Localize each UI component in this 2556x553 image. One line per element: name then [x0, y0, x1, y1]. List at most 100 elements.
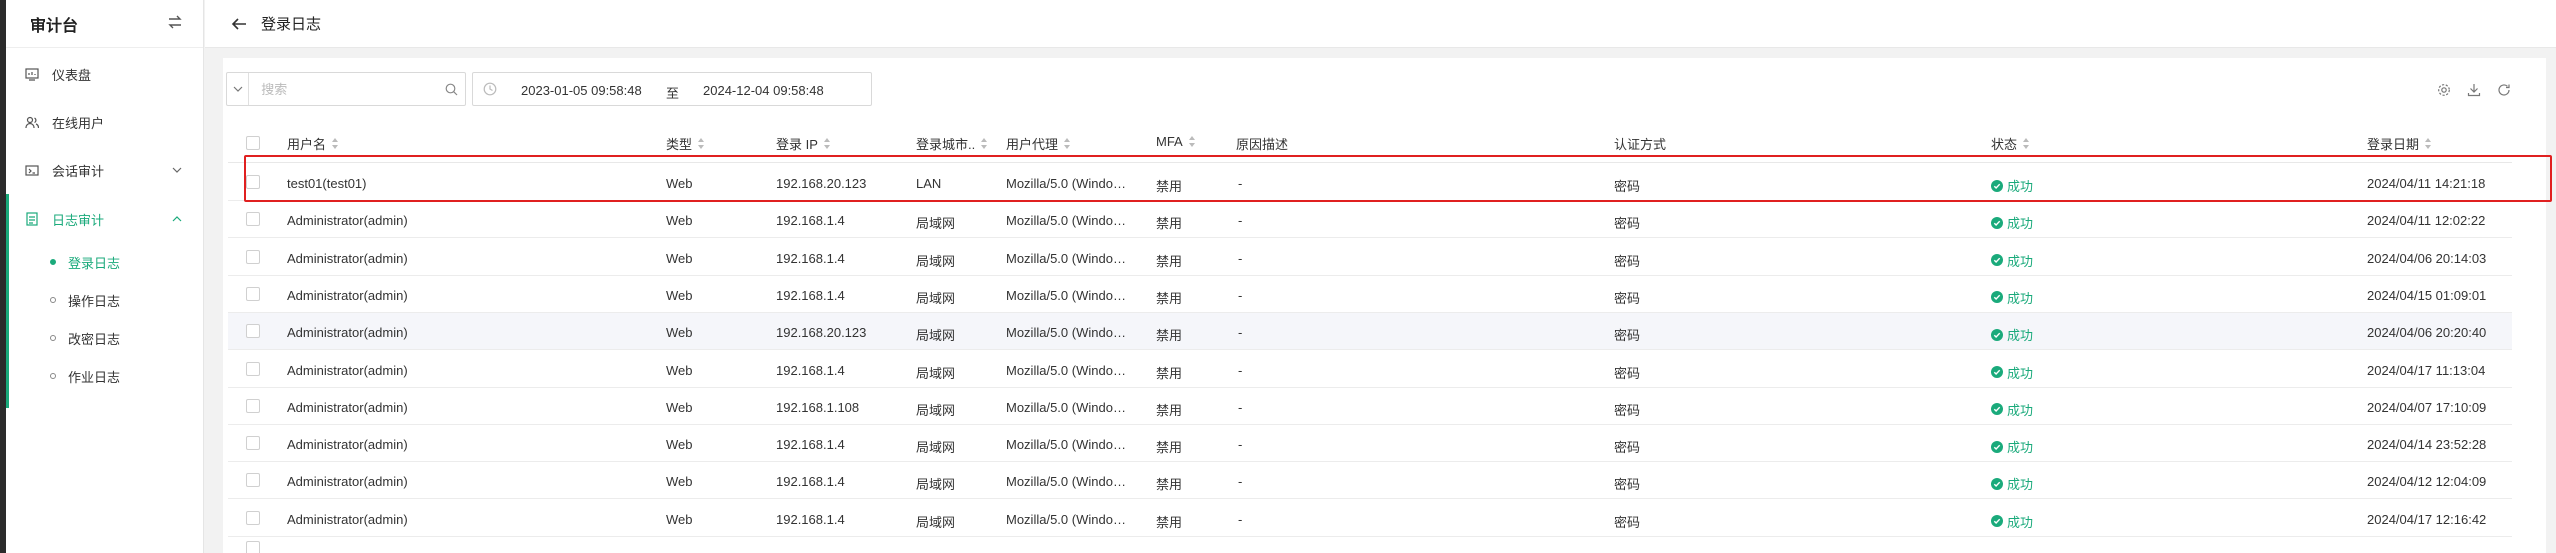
chevron-down-icon[interactable] [227, 73, 250, 105]
sidebar-item-label: 仪表盘 [52, 67, 92, 83]
table-row[interactable]: Administrator(admin) Web 192.168.1.4 局域网 Moz… [228, 201, 2512, 239]
sort-icon[interactable] [698, 138, 705, 149]
col-header-username[interactable]: 用户名 [287, 134, 339, 153]
cell-status: 成功 [1991, 400, 2033, 419]
cell-reason: - [1238, 250, 1243, 266]
sort-icon[interactable] [981, 138, 988, 149]
row-checkbox[interactable] [246, 398, 260, 413]
back-arrow-icon[interactable] [231, 17, 247, 31]
sidebar-subitem-label: 操作日志 [68, 293, 121, 309]
row-checkbox[interactable] [246, 212, 260, 227]
select-all-checkbox[interactable] [246, 136, 260, 150]
check-circle-icon [1991, 403, 2003, 416]
cell-username: Administrator(admin) [287, 511, 408, 527]
table-row[interactable]: Administrator(admin) Web 192.168.20.123 局域网… [228, 313, 2512, 351]
cell-user-agent: Mozilla/5.0 (Windows NT 10.0; Win64; x64… [1006, 287, 1128, 303]
date-start[interactable]: 2023-01-05 09:58:48 [521, 83, 642, 98]
cell-status: 成功 [1991, 512, 2033, 531]
cell-login-date: 2024/04/17 11:13:04 [2367, 362, 2486, 378]
col-header-auth-method: 认证方式 [1614, 137, 1667, 152]
download-icon[interactable] [2466, 82, 2482, 98]
cell-login-city: 局域网 [916, 253, 956, 269]
row-checkbox[interactable] [246, 286, 260, 301]
sidebar-header: 审计台 [6, 0, 203, 48]
cell-login-ip: 192.168.1.4 [776, 474, 845, 490]
col-header-login-ip[interactable]: 登录 IP [776, 134, 831, 153]
col-header-login-date[interactable]: 登录日期 [2367, 134, 2432, 153]
sidebar-title: 审计台 [30, 17, 79, 35]
cell-auth-method: 密码 [1614, 365, 1641, 381]
table-row[interactable]: Administrator(admin) Web 192.168.1.4 局域网 Moz… [228, 425, 2512, 463]
col-header-mfa[interactable]: MFA [1156, 134, 1196, 149]
cell-username: Administrator(admin) [287, 325, 408, 341]
cell-auth-method: 密码 [1614, 440, 1641, 456]
cell-user-agent: Mozilla/5.0 (Windows NT 10.0; Win64; x64… [1006, 250, 1128, 266]
swap-icon[interactable] [167, 15, 183, 33]
sidebar-subitem-job-log[interactable]: 作业日志 [6, 357, 204, 395]
sidebar-item-label: 日志审计 [52, 212, 105, 228]
sidebar-item-log-audit[interactable]: 日志审计 [6, 199, 204, 239]
sort-icon[interactable] [2425, 138, 2432, 149]
sidebar-item-dashboard[interactable]: 仪表盘 [6, 54, 204, 94]
cell-login-ip: 192.168.1.4 [776, 511, 845, 527]
sort-icon[interactable] [1064, 138, 1071, 149]
sort-icon[interactable] [2023, 138, 2030, 149]
cell-mfa: 禁用 [1156, 290, 1183, 306]
row-checkbox[interactable] [246, 249, 260, 264]
table-row[interactable]: Administrator(admin) Web 192.168.1.4 局域网 Moz… [228, 500, 2512, 537]
date-end[interactable]: 2024-12-04 09:58:48 [703, 83, 824, 98]
row-checkbox[interactable] [246, 473, 260, 488]
cell-login-city: 局域网 [916, 290, 956, 306]
clock-icon [483, 82, 497, 99]
sort-icon[interactable] [332, 138, 339, 149]
cell-login-date: 2024/04/15 01:09:01 [2367, 287, 2487, 303]
status-text: 成功 [2007, 290, 2034, 306]
cell-type: Web [666, 362, 693, 378]
date-separator: 至 [666, 86, 680, 101]
row-checkbox[interactable] [246, 361, 260, 376]
row-checkbox[interactable] [246, 436, 260, 451]
sort-icon[interactable] [1188, 136, 1196, 147]
cell-status: 成功 [1991, 363, 2033, 382]
table-row[interactable]: Administrator(admin) Web 192.168.1.108 局域网 M… [228, 388, 2512, 425]
col-header-status[interactable]: 状态 [1991, 134, 2030, 153]
bullet-icon [50, 335, 56, 341]
check-circle-icon [1991, 477, 2003, 490]
table-row[interactable]: Administrator(admin) Web 192.168.1.4 局域网 Moz… [228, 239, 2512, 276]
cell-type: Web [666, 250, 693, 266]
bullet-icon [50, 259, 56, 265]
table-row[interactable]: Administrator(admin) Web 192.168.1.4 局域网 Moz… [228, 462, 2512, 500]
users-icon [24, 114, 40, 130]
cell-auth-method: 密码 [1614, 216, 1641, 232]
cell-mfa: 禁用 [1156, 253, 1183, 269]
gear-icon[interactable] [2436, 82, 2452, 98]
cell-login-ip: 192.168.20.123 [776, 325, 867, 341]
sidebar-item-online-users[interactable]: 在线用户 [6, 102, 204, 142]
sidebar-item-session-audit[interactable]: 会话审计 [6, 150, 204, 190]
cell-user-agent: Mozilla/5.0 (Windows NT 10.0; Win64; x64… [1006, 399, 1128, 415]
cell-reason: - [1238, 511, 1243, 527]
row-checkbox[interactable] [246, 510, 260, 525]
table-row[interactable]: Administrator(admin) Web 192.168.1.4 局域网 Moz… [228, 351, 2512, 388]
cell-type: Web [666, 399, 693, 415]
status-text: 成功 [2007, 402, 2034, 418]
date-range-picker[interactable]: 2023-01-05 09:58:48 至 2024-12-04 09:58:4… [472, 72, 872, 106]
col-header-type[interactable]: 类型 [666, 134, 705, 153]
col-header-login-city[interactable]: 登录城市.. [916, 134, 988, 153]
search-icon[interactable] [437, 83, 465, 96]
table-row[interactable]: Administrator(admin) Web 192.168.1.4 局域网 Moz… [228, 276, 2512, 313]
row-checkbox[interactable] [246, 541, 260, 553]
sort-icon[interactable] [823, 138, 831, 149]
sidebar-subitem-operation-log[interactable]: 操作日志 [6, 281, 204, 319]
chevron-up-icon [172, 212, 182, 227]
col-header-user-agent[interactable]: 用户代理 [1006, 134, 1071, 153]
highlight-box [244, 155, 2552, 202]
refresh-icon[interactable] [2496, 82, 2512, 98]
check-circle-icon [1991, 366, 2003, 378]
cell-user-agent: Mozilla/5.0 (Windows NT 10.0; Win64; x64… [1006, 325, 1128, 341]
search-input[interactable] [249, 81, 438, 97]
sidebar-subitem-login-log[interactable]: 登录日志 [6, 243, 204, 281]
row-checkbox[interactable] [246, 324, 260, 339]
cell-username: Administrator(admin) [287, 287, 408, 303]
sidebar-subitem-password-log[interactable]: 改密日志 [6, 319, 204, 357]
